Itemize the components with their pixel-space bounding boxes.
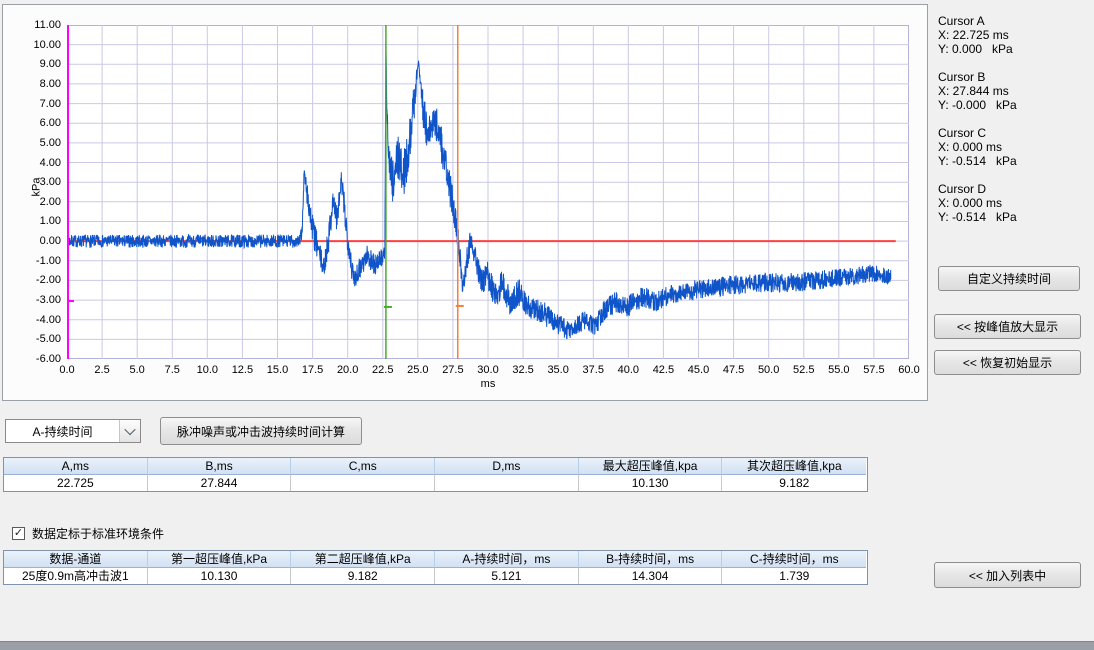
cursor-a-x: X: 22.725 ms xyxy=(938,28,1090,42)
y-tick-label: -3.00 xyxy=(13,293,61,307)
standard-conditions-checkbox-label: 数据定标于标准环境条件 xyxy=(32,525,164,542)
cursor-a-title: Cursor A xyxy=(938,14,1090,28)
cell-first-peak[interactable]: 10.130 xyxy=(148,568,292,584)
zoom-to-peak-button[interactable]: << 按峰值放大显示 xyxy=(934,314,1081,339)
cell-a-ms[interactable]: 22.725 xyxy=(4,475,148,491)
y-tick-label: 0.00 xyxy=(13,234,61,248)
cursor-results-table: A,ms B,ms C,ms D,ms 最大超压峰值,kpa 其次超压峰值,kp… xyxy=(3,457,868,492)
cursor-d-x: X: 0.000 ms xyxy=(938,196,1090,210)
col-header-c-duration: C-持续时间，ms xyxy=(722,551,866,568)
col-header-a-ms: A,ms xyxy=(4,458,148,475)
col-header-max-peak: 最大超压峰值,kpa xyxy=(579,458,723,475)
plot-area[interactable] xyxy=(67,25,909,359)
custom-duration-button[interactable]: 自定义持续时间 xyxy=(938,266,1080,291)
y-tick-label: 11.00 xyxy=(13,18,61,32)
cursor-readout-panel: Cursor A X: 22.725 ms Y: 0.000 kPa Curso… xyxy=(938,14,1090,238)
add-to-list-button[interactable]: << 加入列表中 xyxy=(934,562,1081,588)
col-header-channel: 数据-通道 xyxy=(4,551,148,568)
duration-type-dropdown[interactable]: A-持续时间 xyxy=(5,419,141,443)
window-bottom-edge xyxy=(0,641,1094,650)
cursor-d-y: Y: -0.514 kPa xyxy=(938,210,1090,224)
y-tick-label: -1.00 xyxy=(13,254,61,268)
channel-results-data-row: 25度0.9m高冲击波1 10.130 9.182 5.121 14.304 1… xyxy=(4,568,867,584)
cell-channel-name[interactable]: 25度0.9m高冲击波1 xyxy=(4,568,148,584)
y-tick-label: -5.00 xyxy=(13,332,61,346)
waveform-chart-panel: kPa ms 11.0010.009.008.007.006.005.004.0… xyxy=(2,4,928,401)
col-header-b-ms: B,ms xyxy=(148,458,292,475)
cell-max-peak[interactable]: 10.130 xyxy=(579,475,723,491)
col-header-a-duration: A-持续时间，ms xyxy=(435,551,579,568)
cursor-d-readout: Cursor D X: 0.000 ms Y: -0.514 kPa xyxy=(938,182,1090,224)
cell-c-ms[interactable] xyxy=(291,475,435,491)
channel-results-table: 数据-通道 第一超压峰值,kPa 第二超压峰值,kPa A-持续时间，ms B-… xyxy=(3,550,868,585)
standard-conditions-checkbox[interactable]: ✓ xyxy=(12,527,25,540)
y-tick-label: 10.00 xyxy=(13,38,61,52)
cursor-c-readout: Cursor C X: 0.000 ms Y: -0.514 kPa xyxy=(938,126,1090,168)
cursor-a-readout: Cursor A X: 22.725 ms Y: 0.000 kPa xyxy=(938,14,1090,56)
col-header-b-duration: B-持续时间，ms xyxy=(579,551,723,568)
col-header-d-ms: D,ms xyxy=(435,458,579,475)
col-header-c-ms: C,ms xyxy=(291,458,435,475)
y-tick-label: 4.00 xyxy=(13,156,61,170)
y-tick-label: 2.00 xyxy=(13,195,61,209)
x-tick-label: 60.0 xyxy=(887,363,931,377)
dropdown-arrow-button[interactable] xyxy=(119,420,140,442)
y-tick-label: 7.00 xyxy=(13,97,61,111)
cell-second-peak[interactable]: 9.182 xyxy=(291,568,435,584)
y-tick-label: -4.00 xyxy=(13,313,61,327)
col-header-second-peak: 其次超压峰值,kpa xyxy=(722,458,866,475)
y-tick-label: -2.00 xyxy=(13,273,61,287)
cursor-b-readout: Cursor B X: 27.844 ms Y: -0.000 kPa xyxy=(938,70,1090,112)
x-axis-unit-label: ms xyxy=(468,378,508,390)
y-tick-label: 8.00 xyxy=(13,77,61,91)
cursor-b-y: Y: -0.000 kPa xyxy=(938,98,1090,112)
cursor-c-title: Cursor C xyxy=(938,126,1090,140)
cursor-c-x: X: 0.000 ms xyxy=(938,140,1090,154)
duration-type-value: A-持续时间 xyxy=(6,423,119,440)
chevron-down-icon xyxy=(124,424,135,435)
cell-second-peak[interactable]: 9.182 xyxy=(722,475,866,491)
col-header-second-peak: 第二超压峰值,kPa xyxy=(291,551,435,568)
cursor-b-title: Cursor B xyxy=(938,70,1090,84)
cell-b-duration[interactable]: 14.304 xyxy=(579,568,723,584)
cell-d-ms[interactable] xyxy=(435,475,579,491)
cursor-results-data-row: 22.725 27.844 10.130 9.182 xyxy=(4,475,867,491)
cursor-b-x: X: 27.844 ms xyxy=(938,84,1090,98)
y-tick-label: 1.00 xyxy=(13,214,61,228)
cursor-results-header-row: A,ms B,ms C,ms D,ms 最大超压峰值,kpa 其次超压峰值,kp… xyxy=(4,458,867,475)
restore-initial-view-button[interactable]: << 恢复初始显示 xyxy=(934,350,1081,375)
col-header-first-peak: 第一超压峰值,kPa xyxy=(148,551,292,568)
cursor-a-y: Y: 0.000 kPa xyxy=(938,42,1090,56)
standard-conditions-checkbox-row: ✓ 数据定标于标准环境条件 xyxy=(12,525,164,542)
duration-calc-button[interactable]: 脉冲噪声或冲击波持续时间计算 xyxy=(160,417,362,445)
y-tick-label: 9.00 xyxy=(13,57,61,71)
y-tick-label: 5.00 xyxy=(13,136,61,150)
y-tick-label: 3.00 xyxy=(13,175,61,189)
cursor-c-y: Y: -0.514 kPa xyxy=(938,154,1090,168)
y-tick-label: 6.00 xyxy=(13,116,61,130)
channel-results-header-row: 数据-通道 第一超压峰值,kPa 第二超压峰值,kPa A-持续时间，ms B-… xyxy=(4,551,867,568)
cursor-d-title: Cursor D xyxy=(938,182,1090,196)
cell-c-duration[interactable]: 1.739 xyxy=(722,568,866,584)
cell-b-ms[interactable]: 27.844 xyxy=(148,475,292,491)
cell-a-duration[interactable]: 5.121 xyxy=(435,568,579,584)
